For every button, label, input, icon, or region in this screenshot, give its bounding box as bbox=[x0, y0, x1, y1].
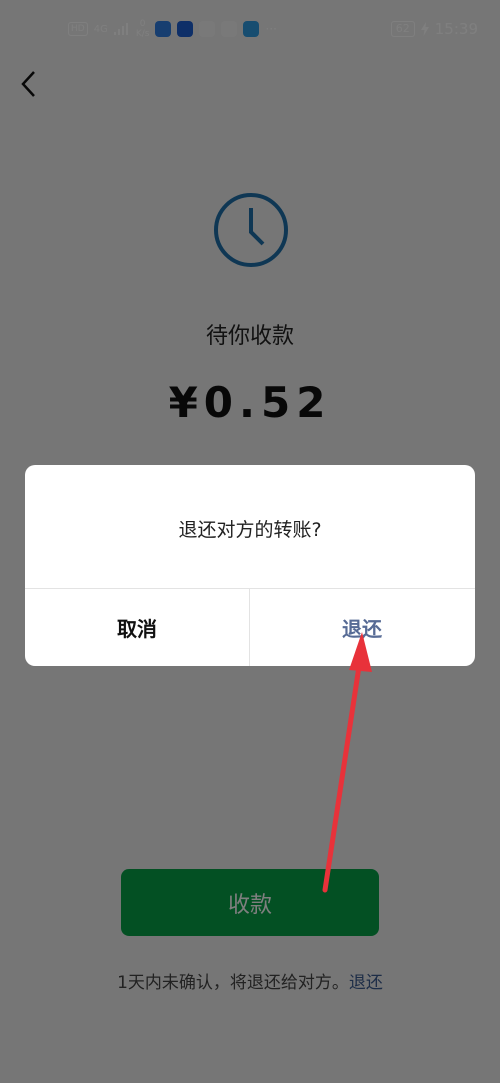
refund-confirm-dialog: 退还对方的转账? 取消 退还 bbox=[25, 465, 475, 666]
dialog-message: 退还对方的转账? bbox=[178, 519, 322, 541]
refund-button[interactable]: 退还 bbox=[250, 589, 474, 666]
cancel-button[interactable]: 取消 bbox=[25, 589, 249, 666]
